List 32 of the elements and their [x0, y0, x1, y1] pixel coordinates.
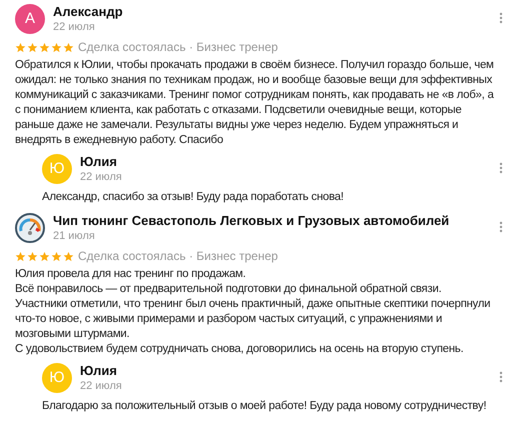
star-icon	[15, 250, 26, 262]
author-name: Александр	[53, 4, 123, 20]
star-icon	[63, 250, 74, 262]
author-name: Чип тюнинг Севастополь Легковых и Грузовых автомобилей	[53, 213, 450, 229]
star-icon	[63, 42, 74, 52]
review-date: 21 июля	[53, 229, 96, 243]
author-name: Юлия	[80, 363, 118, 379]
more-options-icon[interactable]	[499, 12, 503, 24]
star-icon	[51, 42, 62, 52]
reply-text: Александр, спасибо за отзыв! Буду рада поработать снова!	[42, 190, 345, 205]
more-options-icon[interactable]	[499, 162, 503, 174]
reply-text: Благодарю за положительный отзыв о моей работе! Буду рада новому сотрудничеству!	[42, 399, 488, 414]
deal-info: Сделка состоялась · Бизнес тренер	[78, 39, 278, 56]
star-icon	[39, 250, 50, 262]
speedometer-logo-icon	[15, 213, 45, 243]
star-icon	[15, 42, 26, 52]
more-options-icon[interactable]	[499, 371, 503, 383]
avatar: Ю	[42, 363, 72, 393]
avatar: А	[15, 4, 45, 34]
deal-info: Сделка состоялась · Бизнес тренер	[78, 248, 278, 265]
more-options-icon[interactable]	[499, 221, 503, 233]
author-name: Юлия	[80, 154, 118, 170]
review-text: Юлия провела для нас тренинг по продажам. Всё понравилось — от предварительной подготовки до финальной обратной связи. Участники отметили, что тренинг был очень практичный, даже опытные скептики почерпнули что-то новое, с живыми примерами и разбором частых ситуаций, с упражнениями и мозговыми штурмами. С удовольствием будем сотрудничать снова, договорились на осень на вторую ступень.	[15, 267, 492, 357]
star-icon	[27, 250, 38, 262]
review-date: 22 июля	[80, 170, 122, 184]
review-text: Обратился к Юлии, чтобы прокачать продажи в своём бизнесе. Получил гораздо больше, чем ожидал: не только знания по техникам продаж, но и вообще базовые вещи для эффективных коммуникаций с заказчиками. Тренинг помог сотрудникам понять, как продавать не «в лоб», а с пониманием клиента, как работать с отказами. Подсветили очевидные вещи, которые раньше даже не замечали. Результаты видны уже через неделю. Будем упражняться и внедрять в ежедневную работу. Спасибо	[15, 58, 495, 148]
star-icon	[51, 250, 62, 262]
review-date: 22 июля	[53, 20, 96, 34]
avatar: Ю	[42, 154, 72, 184]
star-icon	[27, 42, 38, 52]
review-date: 22 июля	[80, 379, 122, 393]
star-icon	[39, 42, 50, 52]
